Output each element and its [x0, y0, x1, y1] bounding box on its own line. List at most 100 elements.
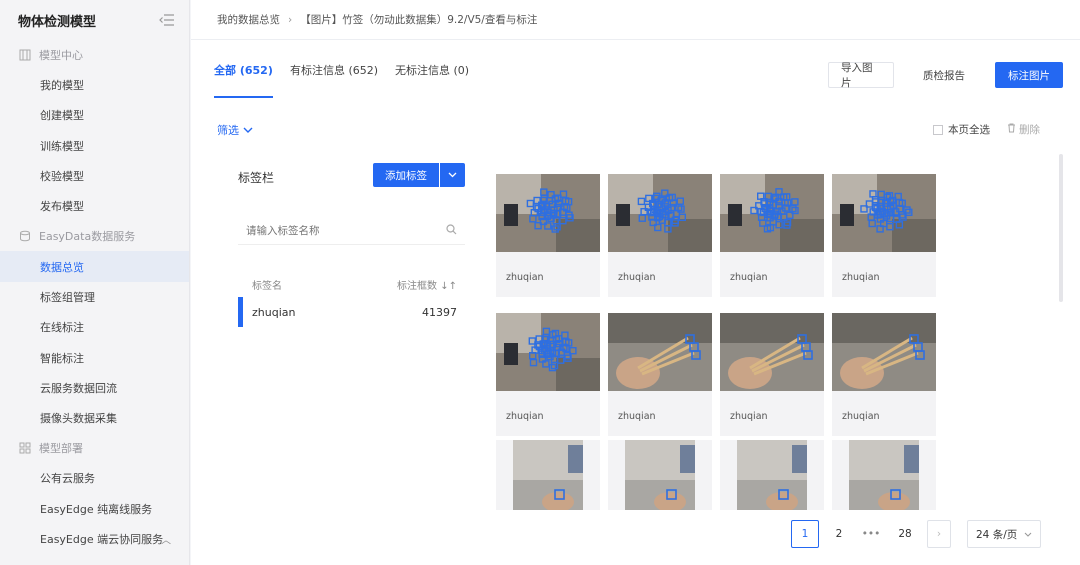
sidebar-item-label: EasyEdge 纯离线服务: [40, 502, 153, 516]
label-panel: 标签栏 添加标签 标签名 标注框数 ↓↑ zhuqian 41397: [238, 157, 468, 457]
sidebar-item-label: 数据总览: [40, 260, 84, 274]
image-thumbnail[interactable]: [496, 313, 600, 391]
image-card[interactable]: zhuqian: [496, 313, 600, 436]
sidebar-item-publish-model[interactable]: 发布模型: [0, 191, 189, 221]
image-caption: zhuqian: [730, 272, 768, 283]
image-card[interactable]: zhuqian: [832, 313, 936, 436]
delete-button[interactable]: 删除: [1007, 122, 1040, 137]
sidebar-item-validate-model[interactable]: 校验模型: [0, 161, 189, 191]
image-card[interactable]: [496, 440, 600, 510]
label-row-count: 41397: [422, 305, 457, 319]
trash-icon: [1007, 123, 1016, 136]
tab-annotated[interactable]: 有标注信息 (652): [290, 62, 378, 98]
model-center-icon: [18, 49, 31, 62]
filter-toggle[interactable]: 筛选: [217, 122, 253, 138]
label-search-input[interactable]: [246, 224, 446, 237]
page-ellipsis[interactable]: •••: [857, 520, 885, 548]
image-card[interactable]: zhuqian: [608, 174, 712, 297]
collapse-menu-icon[interactable]: [159, 13, 175, 27]
image-thumbnail[interactable]: [849, 440, 919, 510]
image-card[interactable]: zhuqian: [608, 313, 712, 436]
search-icon[interactable]: [446, 223, 457, 238]
sidebar-item-label: 创建模型: [40, 109, 84, 123]
tab-all[interactable]: 全部 (652): [214, 62, 273, 98]
image-caption: zhuqian: [730, 411, 768, 422]
sidebar-item-label: 发布模型: [40, 200, 84, 214]
next-page-chevron-icon[interactable]: ›: [927, 520, 951, 548]
label-name-column-header: 标签名: [252, 280, 282, 292]
sidebar-item-camera-collection[interactable]: 摄像头数据采集: [0, 403, 189, 433]
image-thumbnail[interactable]: [832, 174, 936, 252]
select-all-label: 本页全选: [948, 124, 990, 136]
page-size-select[interactable]: 24 条/页: [967, 520, 1041, 548]
image-thumbnail[interactable]: [608, 174, 712, 252]
scrollbar[interactable]: [1059, 154, 1063, 302]
sidebar-item-label: 在线标注: [40, 321, 84, 335]
page-button-2[interactable]: 2: [827, 520, 851, 548]
annotate-images-button[interactable]: 标注图片: [995, 62, 1063, 88]
sidebar-item-create-model[interactable]: 创建模型: [0, 100, 189, 130]
page-size-value: 24 条/页: [976, 528, 1018, 541]
image-card[interactable]: [720, 440, 824, 510]
sidebar-item-label: EasyEdge 端云协同服务: [40, 533, 164, 546]
select-all-toggle[interactable]: 本页全选: [933, 122, 990, 137]
sidebar-group-deployment: 模型部署: [0, 433, 189, 463]
label-row[interactable]: zhuqian 41397: [238, 297, 465, 327]
sidebar-item-train-model[interactable]: 训练模型: [0, 131, 189, 161]
sidebar-group-label: 模型中心: [39, 49, 83, 62]
sidebar-item-smart-annotation[interactable]: 智能标注: [0, 342, 189, 372]
sidebar-title: 物体检测模型: [18, 14, 97, 30]
sidebar-item-label: 智能标注: [40, 351, 84, 365]
sidebar-group-model-center: 模型中心: [0, 40, 189, 70]
sidebar-item-public-cloud[interactable]: 公有云服务: [0, 463, 189, 493]
image-thumbnail[interactable]: [720, 174, 824, 252]
breadcrumb: 我的数据总览 › 【图片】竹签（勿动此数据集）9.2/V5/查看与标注: [191, 0, 1080, 40]
quality-report-button[interactable]: 质检报告: [909, 62, 979, 88]
image-card[interactable]: zhuqian: [832, 174, 936, 297]
sidebar-item-online-annotation[interactable]: 在线标注: [0, 312, 189, 342]
sidebar-item-label: 摄像头数据采集: [40, 412, 117, 426]
add-label-dropdown-icon[interactable]: [440, 163, 465, 187]
image-thumbnail[interactable]: [720, 313, 824, 391]
image-thumbnail[interactable]: [832, 313, 936, 391]
sidebar-group-label: EasyData数据服务: [39, 230, 136, 244]
sidebar-group-easydata: EasyData数据服务: [0, 221, 189, 251]
add-label-button[interactable]: 添加标签: [373, 163, 439, 187]
image-caption: zhuqian: [618, 272, 656, 283]
sidebar-item-label: 训练模型: [40, 139, 84, 153]
sidebar-item-label: 我的模型: [40, 79, 84, 93]
filter-label: 筛选: [217, 124, 239, 137]
chevron-down-icon: [243, 124, 253, 137]
chevron-up-icon: ︿: [161, 535, 171, 547]
sidebar-item-easyedge-offline[interactable]: EasyEdge 纯离线服务: [0, 494, 189, 524]
image-thumbnail[interactable]: [625, 440, 695, 510]
page-button-28[interactable]: 28: [891, 520, 919, 548]
label-count-column-header[interactable]: 标注框数 ↓↑: [397, 277, 457, 292]
sidebar-item-label: 云服务数据回流: [40, 381, 117, 395]
image-card[interactable]: zhuqian: [720, 313, 824, 436]
sidebar-item-data-overview[interactable]: 数据总览: [0, 251, 189, 282]
label-table-header: 标签名 标注框数 ↓↑: [238, 273, 465, 295]
tab-unannotated[interactable]: 无标注信息 (0): [395, 62, 469, 98]
image-card[interactable]: [832, 440, 936, 510]
image-thumbnail[interactable]: [608, 313, 712, 391]
sidebar-item-my-models[interactable]: 我的模型: [0, 70, 189, 100]
sidebar-item-label-groups[interactable]: 标签组管理: [0, 282, 189, 312]
image-thumbnail[interactable]: [513, 440, 583, 510]
image-thumbnail[interactable]: [496, 174, 600, 252]
import-images-button[interactable]: 导入图片: [828, 62, 894, 89]
image-thumbnail[interactable]: [737, 440, 807, 510]
sidebar-item-cloud-data-reflow[interactable]: 云服务数据回流: [0, 373, 189, 403]
sidebar-group-label: 模型部署: [39, 442, 83, 456]
image-card[interactable]: [608, 440, 712, 510]
sidebar-item-easyedge-cloud-edge[interactable]: EasyEdge 端云协同服务 ︿: [0, 524, 189, 554]
content-panel: 筛选 本页全选 删除 标签栏 添加标签 标签名 标注框数 ↓↑: [191, 102, 1080, 565]
image-card[interactable]: zhuqian: [496, 174, 600, 297]
select-all-checkbox[interactable]: [933, 124, 943, 135]
add-label-split-button: 添加标签: [373, 163, 465, 187]
image-card[interactable]: zhuqian: [720, 174, 824, 297]
breadcrumb-root-link[interactable]: 我的数据总览: [217, 12, 280, 27]
sidebar: 物体检测模型 模型中心 我的模型 创建模型 训练模型 校验模型 发布模型 Eas…: [0, 0, 190, 565]
image-caption: zhuqian: [506, 411, 544, 422]
page-button-1[interactable]: 1: [791, 520, 819, 548]
